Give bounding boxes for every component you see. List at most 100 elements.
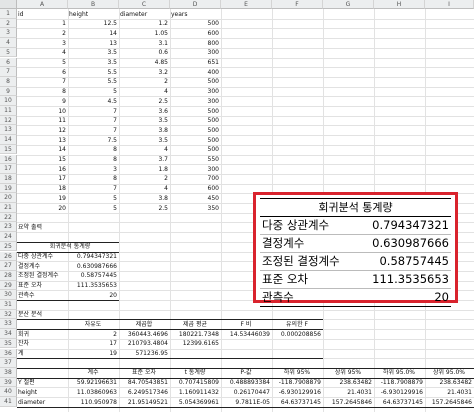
column-header[interactable]: G [323,0,374,9]
row-header[interactable]: 39 [0,377,17,388]
data-cell[interactable]: 8 [69,174,117,183]
anova-cell[interactable]: 19 [69,349,117,358]
data-cell[interactable]: 7 [18,77,66,86]
data-cell[interactable]: 500 [171,136,219,145]
data-cell[interactable]: 13 [69,39,117,48]
data-cell[interactable]: 4.5 [69,97,117,106]
stat-value-cell[interactable]: 0.794347321 [69,252,117,261]
anova-cell[interactable]: 0.000208856 [273,330,321,339]
coef-cell[interactable]: Y 절편 [18,378,66,387]
data-cell[interactable]: 4.85 [120,58,168,67]
data-cell[interactable]: 10 [18,107,66,116]
data-cell[interactable]: 500 [171,116,219,125]
row-header[interactable]: 29 [0,280,17,291]
row-header[interactable]: 2 [0,18,17,29]
data-cell[interactable]: 8 [69,155,117,164]
coef-header[interactable]: 하위 95.0% [375,368,423,377]
data-cell[interactable]: 13 [18,136,66,145]
anova-cell[interactable]: 계 [18,349,66,358]
data-cell[interactable]: 3.7 [120,155,168,164]
data-cell[interactable]: 300 [171,97,219,106]
column-header[interactable]: E [221,0,272,9]
column-header[interactable]: H [374,0,425,9]
row-header[interactable]: 31 [0,300,17,310]
coef-cell[interactable]: 0.488893384 [222,378,270,387]
data-cell[interactable]: 14 [18,145,66,154]
data-cell[interactable]: 15 [18,155,66,164]
coef-cell[interactable]: -118.7908879 [273,378,321,387]
data-cell[interactable]: 500 [171,107,219,116]
row-header[interactable]: 28 [0,270,17,281]
stat-value-cell[interactable]: 0.630987666 [69,262,117,271]
data-cell[interactable]: 17 [18,174,66,183]
anova-header[interactable]: F 비 [222,320,270,329]
data-cell[interactable]: 700 [171,174,219,183]
row-header[interactable]: 26 [0,251,17,262]
stat-value-cell[interactable]: 0.58757445 [69,271,117,280]
stat-value-cell[interactable]: 20 [69,291,117,300]
data-cell[interactable]: 1.8 [120,165,168,174]
coef-cell[interactable]: 238.63482 [426,378,472,387]
data-cell[interactable]: 3.5 [69,48,117,57]
row-header[interactable]: 11 [0,106,17,116]
anova-cell[interactable]: 360443.4696 [120,330,168,339]
data-cell[interactable]: 3.5 [120,136,168,145]
coef-cell[interactable]: 21.4031 [426,388,472,397]
data-cell[interactable]: 2.5 [120,204,168,213]
coef-cell[interactable]: -118.7908879 [375,378,423,387]
data-cell[interactable]: 4 [120,184,168,193]
row-header[interactable]: 35 [0,338,17,349]
anova-cell[interactable]: 잔차 [18,339,66,348]
row-header[interactable]: 36 [0,348,17,359]
anova-cell[interactable]: 571236.95 [120,349,168,358]
coef-cell[interactable]: 21.95149521 [120,398,168,407]
data-cell[interactable]: 500 [171,19,219,28]
coef-cell[interactable]: -6.930129916 [375,388,423,397]
coef-header[interactable]: 상위 95.0% [426,368,472,377]
data-cell[interactable]: 7.5 [69,136,117,145]
coef-cell[interactable]: diameter [18,398,66,407]
data-cell[interactable]: 5 [69,87,117,96]
row-header[interactable]: 27 [0,261,17,271]
data-cell[interactable]: 3 [69,165,117,174]
coef-cell[interactable]: 0.26170447 [222,388,270,397]
data-cell[interactable]: 6 [18,68,66,77]
data-cell[interactable]: 400 [171,68,219,77]
data-cell[interactable]: 1.2 [120,19,168,28]
data-cell[interactable]: 5 [69,194,117,203]
row-header[interactable]: 17 [0,164,17,174]
coef-cell[interactable]: 110.950978 [69,398,117,407]
data-cell[interactable]: 600 [171,184,219,193]
row-header[interactable]: 33 [0,319,17,330]
data-cell[interactable]: 5.5 [69,77,117,86]
anova-cell[interactable]: 회귀 [18,330,66,339]
data-cell[interactable]: 8 [18,87,66,96]
coef-cell[interactable]: 157.2645846 [324,398,372,407]
column-header[interactable]: D [170,0,221,9]
row-header[interactable]: 30 [0,290,17,300]
summary-title[interactable]: 요약 출력 [18,223,66,232]
row-header[interactable]: 38 [0,367,17,378]
column-title[interactable]: height [69,10,117,19]
coef-cell[interactable]: 64.63737145 [273,398,321,407]
data-cell[interactable]: 4 [120,87,168,96]
data-cell[interactable]: 11 [18,116,66,125]
column-header[interactable]: C [119,0,170,9]
data-cell[interactable]: 2 [18,29,66,38]
coef-cell[interactable]: 11.03860963 [69,388,117,397]
column-header[interactable]: B [68,0,119,9]
data-cell[interactable]: 3.6 [120,107,168,116]
row-header[interactable]: 15 [0,144,17,155]
coef-cell[interactable]: 238.63482 [324,378,372,387]
row-header[interactable]: 24 [0,232,17,242]
anova-cell[interactable]: 2 [69,330,117,339]
data-cell[interactable]: 300 [171,165,219,174]
data-cell[interactable]: 3 [18,39,66,48]
data-cell[interactable]: 5.5 [69,68,117,77]
row-header[interactable]: 3 [0,28,17,39]
data-cell[interactable]: 3.1 [120,39,168,48]
data-cell[interactable]: 2 [120,77,168,86]
anova-title[interactable]: 분산 분석 [18,310,66,319]
coef-cell[interactable]: 21.4031 [324,388,372,397]
coef-header[interactable]: 표준 오차 [120,368,168,377]
